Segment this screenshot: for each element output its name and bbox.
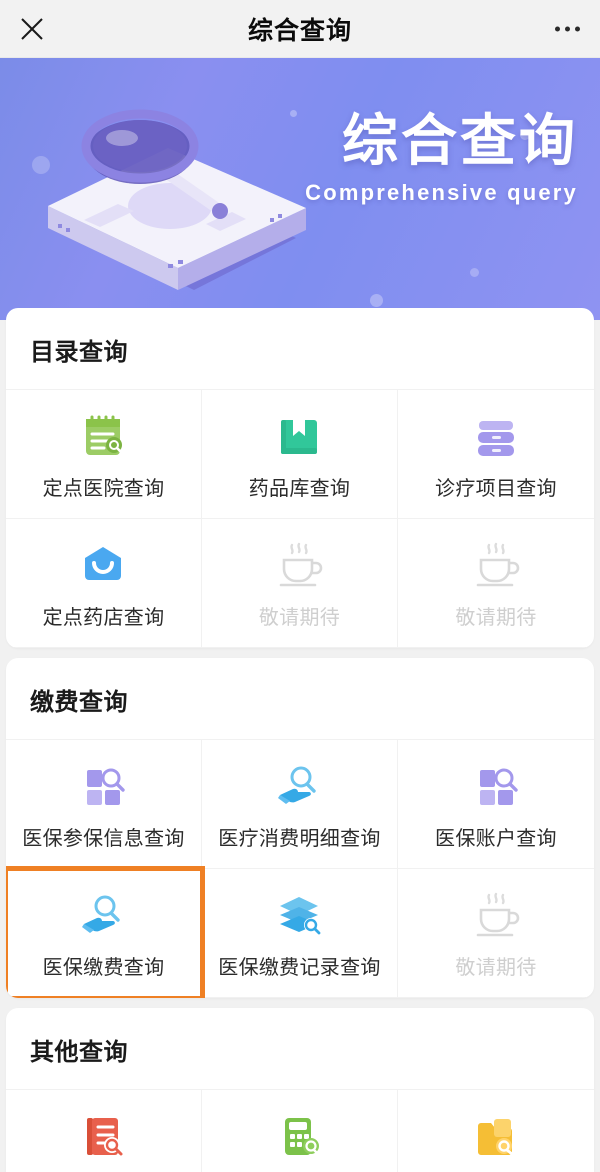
sections-container: 目录查询 定点医院查询 药品库查询 诊疗项目查询 定点药店查询 敬请期待 敬请期… (0, 308, 600, 1172)
menu-item-label: 定点药店查询 (42, 606, 165, 629)
menu-item-label: 医保账户查询 (435, 827, 557, 850)
grid-search-icon (470, 758, 522, 814)
menu-grid: 定点医院查询 药品库查询 诊疗项目查询 定点药店查询 敬请期待 敬请期待 (6, 389, 594, 648)
hand-search-icon (273, 758, 325, 814)
menu-grid: 参保单位 征缴上线前个账 大市多账户 (6, 1089, 594, 1172)
hero-banner: 综合查询 Comprehensive query (0, 58, 600, 320)
menu-item[interactable]: 征缴上线前个账 (202, 1090, 398, 1172)
magnifier-on-platform-illustration (18, 78, 318, 308)
menu-item[interactable]: 定点医院查询 (6, 390, 202, 519)
section-card: 其他查询 参保单位 征缴上线前个账 大市多账户 (6, 1008, 594, 1172)
menu-item: 敬请期待 (397, 869, 594, 998)
coffee-cup-icon (273, 537, 325, 593)
banner-title-en: Comprehensive query (305, 179, 578, 205)
decorative-dot (370, 294, 383, 307)
menu-item-label: 医保参保信息查询 (22, 827, 185, 850)
menu-item: 敬请期待 (397, 519, 594, 648)
more-options-icon[interactable] (555, 26, 580, 31)
menu-item-label: 医保缴费查询 (42, 956, 165, 979)
menu-item-selected[interactable]: 医保缴费查询 (6, 866, 205, 998)
section-title: 目录查询 (30, 339, 128, 366)
menu-item[interactable]: 医保账户查询 (397, 740, 594, 869)
decorative-dot (470, 268, 479, 277)
coffee-cup-icon (470, 537, 522, 593)
server-stack-icon (470, 408, 522, 464)
section-card: 缴费查询 医保参保信息查询 医疗消费明细查询 医保账户查询 医保缴费查询 医保缴… (6, 658, 594, 998)
menu-item[interactable]: 医保参保信息查询 (6, 740, 202, 869)
clipboard-search-icon (77, 408, 129, 464)
menu-item[interactable]: 医疗消费明细查询 (201, 740, 398, 869)
menu-item[interactable]: 诊疗项目查询 (397, 390, 594, 519)
pharmacy-shop-icon (77, 537, 129, 593)
menu-item: 敬请期待 (201, 519, 398, 648)
menu-item-label: 医疗消费明细查询 (218, 827, 381, 850)
menu-item-label: 敬请期待 (455, 956, 537, 979)
coffee-cup-icon (470, 887, 522, 943)
menu-item-label: 医保缴费记录查询 (218, 956, 381, 979)
menu-item-label: 敬请期待 (455, 606, 537, 629)
calculator-search-icon (273, 1108, 325, 1164)
section-card: 目录查询 定点医院查询 药品库查询 诊疗项目查询 定点药店查询 敬请期待 敬请期… (6, 308, 594, 648)
folder-search-icon (470, 1108, 522, 1164)
menu-item-label: 定点医院查询 (42, 477, 165, 500)
page-title: 综合查询 (247, 16, 352, 45)
banner-title-cn: 综合查询 (342, 109, 578, 172)
menu-item-label: 药品库查询 (248, 477, 351, 500)
book-icon (273, 408, 325, 464)
section-title: 缴费查询 (30, 689, 128, 716)
title-bar: 综合查询 (0, 0, 600, 58)
menu-item[interactable]: 参保单位 (6, 1090, 202, 1172)
menu-grid: 医保参保信息查询 医疗消费明细查询 医保账户查询 医保缴费查询 医保缴费记录查询 (6, 739, 594, 998)
menu-item[interactable]: 大市多账户 (398, 1090, 594, 1172)
menu-item-label: 敬请期待 (258, 606, 341, 629)
menu-item[interactable]: 医保缴费记录查询 (201, 869, 398, 998)
menu-item-label: 诊疗项目查询 (435, 477, 557, 500)
menu-item[interactable]: 药品库查询 (201, 390, 398, 519)
hand-search-icon (77, 887, 129, 943)
banner-text-block: 综合查询 Comprehensive query (305, 110, 578, 206)
grid-search-icon (77, 758, 129, 814)
layers-search-icon (273, 887, 325, 943)
close-icon[interactable] (18, 15, 46, 43)
document-search-icon (77, 1108, 129, 1164)
menu-item[interactable]: 定点药店查询 (6, 519, 202, 648)
section-title: 其他查询 (30, 1039, 128, 1066)
